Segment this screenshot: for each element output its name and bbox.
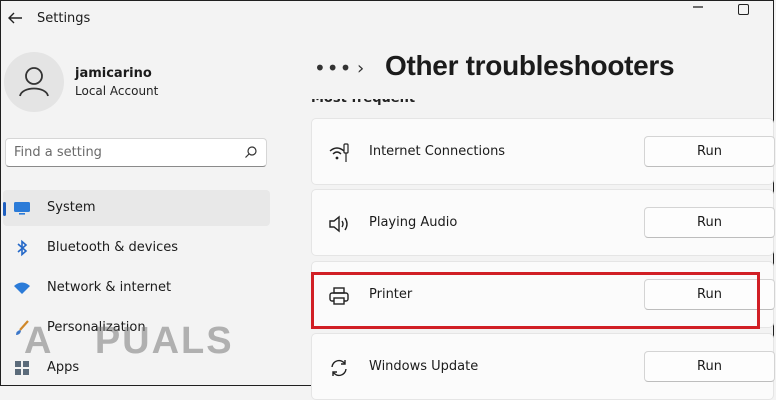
user-name: jamicarino xyxy=(75,66,152,81)
sidebar-item-label: Bluetooth & devices xyxy=(47,240,178,255)
breadcrumb-overflow[interactable]: ••• xyxy=(314,56,352,80)
sidebar-item-label: Network & internet xyxy=(47,280,172,295)
user-icon xyxy=(19,67,49,97)
highlight-annotation xyxy=(311,272,760,329)
back-arrow-icon[interactable] xyxy=(6,9,24,27)
search-input[interactable]: Find a setting xyxy=(5,138,267,167)
watermark-logo: A PUALS xyxy=(24,320,234,362)
monitor-icon xyxy=(14,202,30,215)
troubleshooter-card-audio: Playing Audio Run xyxy=(311,189,775,256)
title-bar: Settings xyxy=(0,0,776,38)
refresh-icon xyxy=(331,359,347,377)
network-icon xyxy=(329,143,349,162)
search-icon[interactable] xyxy=(244,145,258,159)
maximize-icon[interactable] xyxy=(738,4,749,15)
troubleshooter-card-windows-update: Windows Update Run xyxy=(311,333,775,400)
sidebar-item-network[interactable]: Network & internet xyxy=(3,270,270,306)
app-title: Settings xyxy=(37,11,91,26)
sidebar-item-bluetooth[interactable]: Bluetooth & devices xyxy=(3,230,270,266)
speaker-icon xyxy=(329,215,348,233)
troubleshooter-label: Playing Audio xyxy=(369,215,458,230)
wifi-icon xyxy=(14,282,30,294)
avatar[interactable] xyxy=(4,52,64,112)
run-button[interactable]: Run xyxy=(644,351,775,382)
active-indicator xyxy=(3,202,6,216)
user-account-type: Local Account xyxy=(75,84,159,98)
bluetooth-icon xyxy=(17,239,28,257)
search-placeholder: Find a setting xyxy=(14,145,102,160)
run-button[interactable]: Run xyxy=(644,136,775,167)
sidebar-item-system[interactable]: System xyxy=(3,190,270,226)
minimize-icon[interactable] xyxy=(692,1,704,13)
breadcrumb-chevron-icon: › xyxy=(357,58,365,79)
run-button[interactable]: Run xyxy=(644,207,775,238)
page-title: Other troubleshooters xyxy=(385,50,675,81)
troubleshooter-label: Windows Update xyxy=(369,359,479,374)
troubleshooter-label: Internet Connections xyxy=(369,144,506,159)
troubleshooter-card-internet: Internet Connections Run xyxy=(311,118,775,185)
sidebar-item-label: System xyxy=(47,200,96,215)
